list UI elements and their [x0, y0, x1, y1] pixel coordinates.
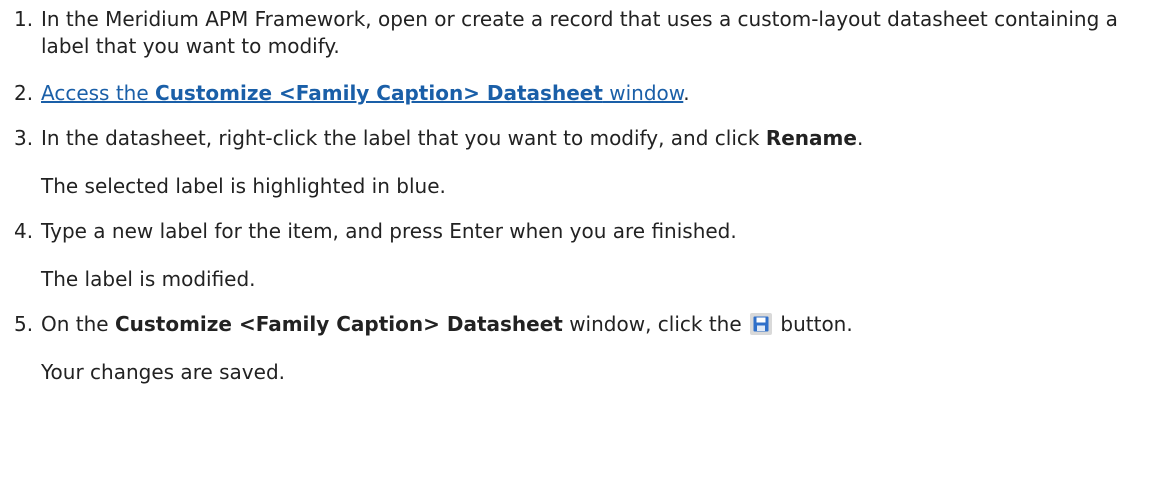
rename-command: Rename — [765, 126, 857, 150]
step-text: In the Meridium APM Framework, open or c… — [41, 7, 1118, 58]
link-text-bold: Customize <Family Caption> Datasheet — [155, 81, 603, 105]
step-number: 3. — [14, 126, 34, 150]
step-number: 1. — [14, 7, 34, 31]
access-datasheet-window-link[interactable]: Access the Customize <Family Caption> Da… — [41, 81, 683, 105]
step-text: Access the Customize <Family Caption> Da… — [41, 80, 1156, 107]
procedure: 1. In the Meridium APM Framework, open o… — [0, 0, 1176, 386]
step-text: In the datasheet, right-click the label … — [41, 125, 1156, 152]
step-5: 5. On the Customize <Family Caption> Dat… — [14, 311, 1156, 386]
save-button[interactable] — [750, 313, 773, 335]
step-result: The label is modified. — [41, 267, 256, 291]
step-text-end: button. — [774, 312, 853, 336]
steps-list: 1. In the Meridium APM Framework, open o… — [14, 6, 1156, 386]
step-result: The selected label is highlighted in blu… — [41, 174, 446, 198]
link-text-suffix: window — [602, 81, 684, 105]
link-text-prefix: Access the — [41, 81, 156, 105]
step-3: 3. In the datasheet, right-click the lab… — [14, 125, 1156, 200]
step-text-end: . — [683, 81, 690, 105]
step-text-end: . — [856, 126, 864, 150]
step-text-start: In the datasheet, right-click the label … — [41, 126, 766, 150]
step-number: 4. — [14, 219, 34, 243]
save-icon — [753, 316, 769, 332]
step-text: On the Customize <Family Caption> Datash… — [41, 311, 1156, 338]
window-name: Customize <Family Caption> Datasheet — [114, 312, 563, 336]
step-text: Type a new label for the item, and press… — [41, 219, 737, 243]
step-text-start: On the — [41, 312, 115, 336]
step-number: 2. — [14, 81, 34, 105]
step-text-middle: window, click the — [562, 312, 749, 336]
step-number: 5. — [14, 312, 34, 336]
step-result: Your changes are saved. — [41, 360, 286, 384]
step-4: 4. Type a new label for the item, and pr… — [14, 218, 1156, 293]
step-2: 2. Access the Customize <Family Caption>… — [14, 80, 1156, 107]
step-1: 1. In the Meridium APM Framework, open o… — [14, 6, 1156, 60]
